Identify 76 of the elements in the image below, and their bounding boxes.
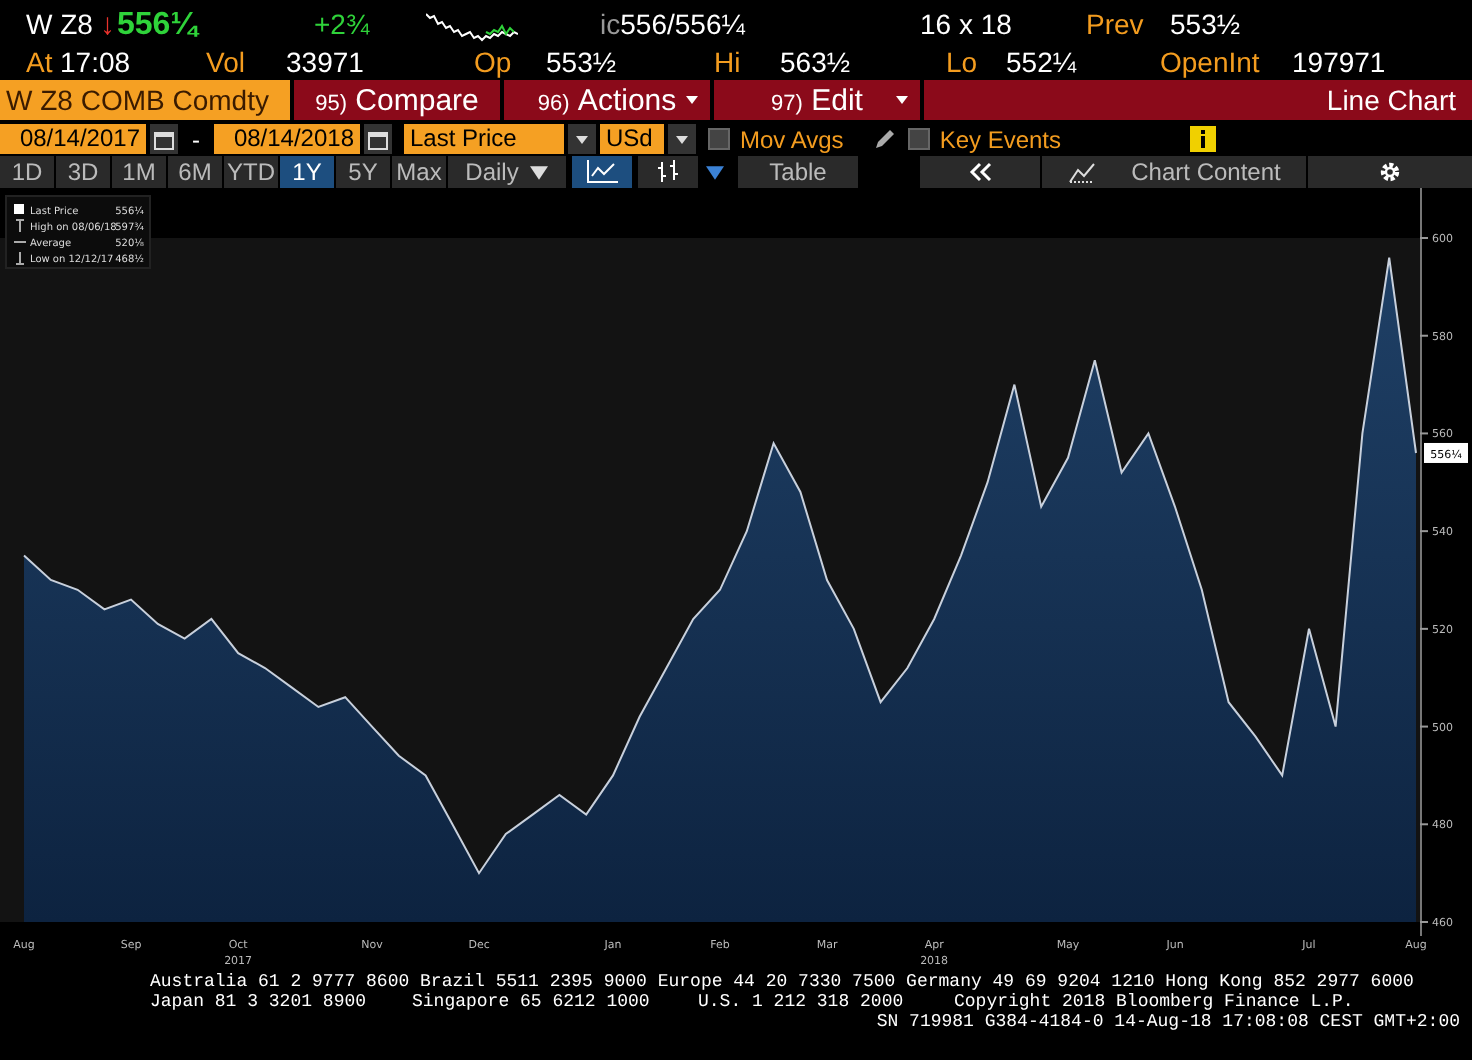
period-button[interactable]: 1M	[112, 156, 166, 188]
period-button[interactable]: 5Y	[336, 156, 390, 188]
settings-icon	[1378, 160, 1402, 184]
bid-prefix: ic	[600, 8, 621, 40]
line-chart-icon	[586, 160, 618, 184]
stat-value: 552¼	[1006, 44, 1079, 82]
calendar-icon	[154, 129, 174, 149]
footer-text: Copyright 2018 Bloomberg Finance L.P.	[954, 992, 1354, 1012]
period-button[interactable]: Max	[392, 156, 446, 188]
period-button[interactable]: 1Y	[280, 156, 334, 188]
ticker: W Z8	[26, 6, 95, 44]
chart-content-button[interactable]: Chart Content	[1042, 156, 1306, 188]
period-button[interactable]: 6M	[168, 156, 222, 188]
table-button[interactable]: Table	[738, 156, 858, 188]
bid-ask-size: 16 x 18	[920, 6, 1014, 44]
footer-text: Singapore 65 6212 1000	[412, 992, 652, 1012]
pencil-icon[interactable]	[871, 127, 896, 151]
checkbox[interactable]	[907, 128, 930, 150]
last-price: 556¼	[117, 6, 198, 44]
low-marker-icon	[15, 251, 25, 265]
frequency-dropdown[interactable]: Daily	[448, 156, 566, 188]
caret-icon	[676, 135, 688, 143]
chart-icon	[1067, 160, 1096, 184]
caret-icon	[705, 165, 723, 179]
period-button[interactable]: 3D	[56, 156, 110, 188]
stat-label: Prev	[1086, 6, 1146, 44]
currency-dropdown[interactable]: USd	[600, 124, 664, 154]
caret-icon	[576, 135, 588, 143]
footer-text: U.S. 1 212 318 2000	[698, 992, 906, 1012]
change-arrow: ↓	[100, 6, 115, 44]
settings-button[interactable]	[1308, 156, 1472, 188]
collapse-button[interactable]	[920, 156, 1040, 188]
view-title: Line Chart	[920, 80, 1472, 120]
end-date-field[interactable]: 08/14/2018	[214, 124, 360, 154]
dropdown-button[interactable]	[568, 124, 596, 154]
caret-icon	[530, 165, 549, 179]
stat-label: At	[26, 44, 55, 82]
stat-label: Vol	[206, 44, 247, 82]
calendar-icon	[368, 129, 388, 149]
calendar-button[interactable]	[150, 124, 178, 154]
checkbox-label: Mov Avgs	[740, 125, 844, 153]
double-chevron-icon	[968, 162, 992, 182]
period-button[interactable]: 1D	[0, 156, 54, 188]
high-marker-icon	[15, 219, 25, 233]
stat-label: Op	[474, 44, 514, 82]
period-button[interactable]: YTD	[224, 156, 278, 188]
start-date-field[interactable]: 08/14/2017	[0, 124, 146, 154]
sparkline-drawing	[426, 7, 518, 43]
stat-label: OpenInt	[1160, 44, 1262, 82]
checkbox-label: Key Events	[939, 125, 1062, 153]
average-marker-icon	[13, 241, 27, 243]
ask-price: /556¼	[666, 8, 745, 40]
stat-value: 563½	[780, 44, 853, 82]
stat-value: 553½	[546, 44, 619, 82]
calendar-button[interactable]	[364, 124, 392, 154]
checkbox[interactable]	[708, 128, 730, 150]
bid-price: 556	[620, 8, 667, 40]
stat-label: Lo	[946, 44, 980, 82]
net-change: +2¾	[314, 6, 372, 44]
bar-chart-button[interactable]	[638, 156, 698, 188]
stat-label: Hi	[714, 44, 743, 82]
ohlc-bars-icon	[656, 160, 680, 184]
footer-text: Australia 61 2 9777 8600 Brazil 5511 2395 9000 Europe 44 20 7330 7500 Germany 49 69 9204 1210 Hong Kong 852 2977 6000	[148, 972, 1416, 992]
line-chart-button[interactable]	[572, 156, 632, 188]
stat-value: 17:08	[60, 44, 133, 82]
stat-value: 553½	[1170, 6, 1243, 44]
dropdown-button[interactable]	[668, 124, 696, 154]
footer-text: Japan 81 3 3201 8900	[150, 992, 369, 1012]
stat-value: 197971	[1292, 44, 1388, 82]
info-icon[interactable]	[1189, 126, 1216, 152]
date-separator: -	[190, 125, 202, 153]
footer-text: SN 719981 G384-4184-0 14-Aug-18 17:08:08 CEST GMT+2:00	[876, 1012, 1460, 1032]
security-field[interactable]: W Z8 COMB Comdty	[0, 80, 290, 120]
legend-swatch	[14, 204, 24, 214]
field-dropdown[interactable]: Last Price	[404, 124, 564, 154]
stat-value: 33971	[286, 44, 366, 82]
